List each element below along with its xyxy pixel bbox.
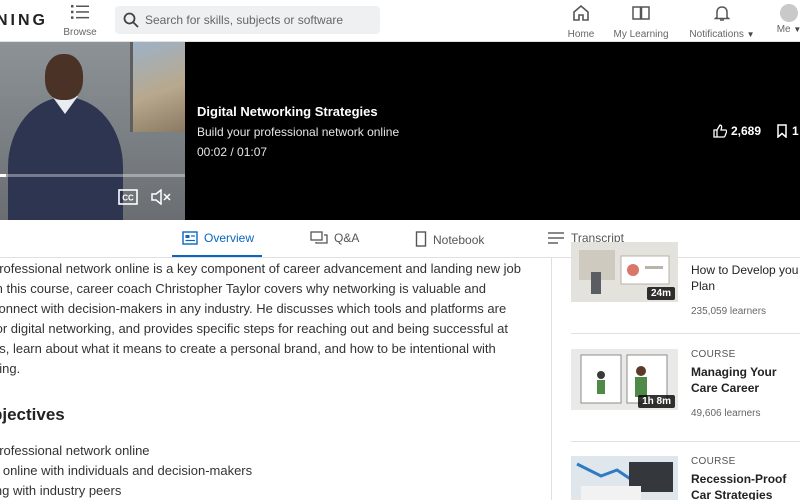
- video-band: CC Digital Networking Strategies Build y…: [0, 42, 800, 220]
- video-title: Digital Networking Strategies: [197, 104, 378, 119]
- course-type: COURSE: [691, 349, 736, 360]
- nav-notifications[interactable]: Notifications ▼: [686, 4, 758, 40]
- description-line: In this course, career coach Christopher…: [0, 281, 486, 296]
- cc-text: CC: [122, 194, 134, 203]
- course-title[interactable]: How to Develop you Plan: [691, 262, 800, 294]
- speaker-muted-icon: [151, 188, 171, 206]
- like-button[interactable]: 2,689: [713, 124, 761, 138]
- course-learners: 235,059 learners: [691, 306, 767, 317]
- home-icon: [573, 4, 589, 21]
- related-course-card[interactable]: 1h 8m COURSE Managing Your Care Career 4…: [571, 349, 800, 424]
- course-info: COURSE Managing Your Care Career 49,606 …: [691, 349, 800, 419]
- transcript-icon: [548, 232, 564, 244]
- nav-notifications-text: Notifications ▼: [686, 29, 758, 40]
- like-count: 2,689: [731, 124, 762, 138]
- presenter-head: [45, 54, 83, 100]
- nav-home-label: Home: [567, 29, 595, 40]
- objective-item: professional network online: [0, 443, 150, 458]
- avatar: [780, 4, 798, 22]
- tab-overview[interactable]: Overview: [172, 220, 262, 257]
- closed-captions-icon: CC: [118, 189, 138, 205]
- course-learners: 49,606 learners: [691, 408, 761, 419]
- overview-icon: [182, 231, 198, 245]
- video-timestamp: 00:02 / 01:07: [197, 145, 268, 159]
- related-course-card[interactable]: COURSE Recession-Proof Car Strategies: [571, 456, 800, 500]
- nav-my-learning-label: My Learning: [613, 29, 669, 40]
- course-duration: 1h 8m: [638, 395, 675, 408]
- objective-item: ing with industry peers: [0, 483, 122, 498]
- course-type: COURSE: [691, 456, 736, 467]
- course-title[interactable]: Managing Your Care Career: [691, 364, 800, 396]
- description-line: connect with decision-makers in any indu…: [0, 301, 507, 316]
- mute-button[interactable]: [150, 188, 172, 210]
- course-thumbnail: 1h 8m: [571, 349, 678, 410]
- nav-me-text: Me ▼: [774, 24, 800, 35]
- brand-logo-text[interactable]: NING: [0, 12, 48, 30]
- search-input[interactable]: [145, 11, 375, 29]
- search-bar[interactable]: [115, 6, 380, 34]
- bell-icon: [713, 6, 731, 21]
- course-thumbnail: 24m: [571, 242, 678, 302]
- description-line: us, learn about what it means to create …: [0, 341, 496, 356]
- save-button[interactable]: 1: [776, 124, 799, 139]
- course-info: COURSE Recession-Proof Car Strategies: [691, 456, 800, 500]
- closed-captions-button[interactable]: CC: [118, 189, 138, 210]
- tab-qa-label: Q&A: [334, 231, 360, 245]
- browse-button[interactable]: Browse: [62, 4, 98, 38]
- tab-overview-label: Overview: [204, 231, 255, 245]
- tab-notebook-label: Notebook: [433, 233, 485, 247]
- search-icon: [123, 12, 139, 28]
- nav-me-label: Me: [776, 24, 791, 35]
- thumbs-up-icon: [713, 124, 728, 138]
- description-line: ding.: [0, 361, 21, 376]
- thumbnail-illustration: [571, 456, 678, 500]
- course-info: How to Develop you Plan 235,059 learners: [691, 262, 800, 317]
- tab-notebook[interactable]: Notebook: [415, 220, 484, 257]
- objective-item: g online with individuals and decision-m…: [0, 463, 253, 478]
- video-progress-fill: [0, 174, 6, 177]
- card-divider: [571, 333, 800, 334]
- video-progress-bar[interactable]: [0, 174, 185, 177]
- book-icon: [632, 6, 650, 20]
- chat-icon: [310, 231, 328, 244]
- course-duration: 24m: [646, 287, 675, 300]
- description-line: for digital networking, and provides spe…: [0, 321, 508, 336]
- course-thumbnail: [571, 456, 678, 500]
- caret-down-icon: ▼: [746, 30, 755, 39]
- content-tabs: Overview Q&A Notebook Transcript: [0, 220, 800, 258]
- video-player[interactable]: CC: [0, 42, 185, 220]
- top-nav: NING Browse Home My Learning: [0, 0, 800, 42]
- column-divider: [551, 258, 552, 500]
- video-info: Digital Networking Strategies Build your…: [197, 104, 399, 159]
- bookmark-icon: [777, 124, 787, 139]
- list-icon: [71, 5, 89, 19]
- video-subtitle: Build your professional network online: [197, 125, 400, 139]
- course-title[interactable]: Recession-Proof Car Strategies: [691, 471, 800, 500]
- card-divider: [571, 441, 800, 442]
- related-course-card[interactable]: 24m How to Develop you Plan 235,059 lear…: [571, 242, 800, 318]
- nav-me[interactable]: Me ▼: [774, 4, 800, 35]
- tab-qa[interactable]: Q&A: [310, 220, 359, 257]
- description-line: professional network online is a key com…: [0, 261, 521, 276]
- nav-home[interactable]: Home: [562, 4, 600, 40]
- video-background-art: [130, 42, 185, 132]
- me-caret-down-icon: ▼: [793, 25, 800, 34]
- save-count: 1: [792, 124, 799, 138]
- nav-my-learning[interactable]: My Learning: [612, 4, 670, 40]
- objectives-list: professional network online g online wit…: [0, 441, 252, 500]
- browse-label: Browse: [63, 27, 97, 38]
- objectives-heading: bjectives: [0, 405, 65, 424]
- nav-notifications-label: Notifications: [689, 29, 744, 40]
- notebook-icon: [415, 231, 427, 247]
- course-description: professional network online is a key com…: [0, 259, 537, 379]
